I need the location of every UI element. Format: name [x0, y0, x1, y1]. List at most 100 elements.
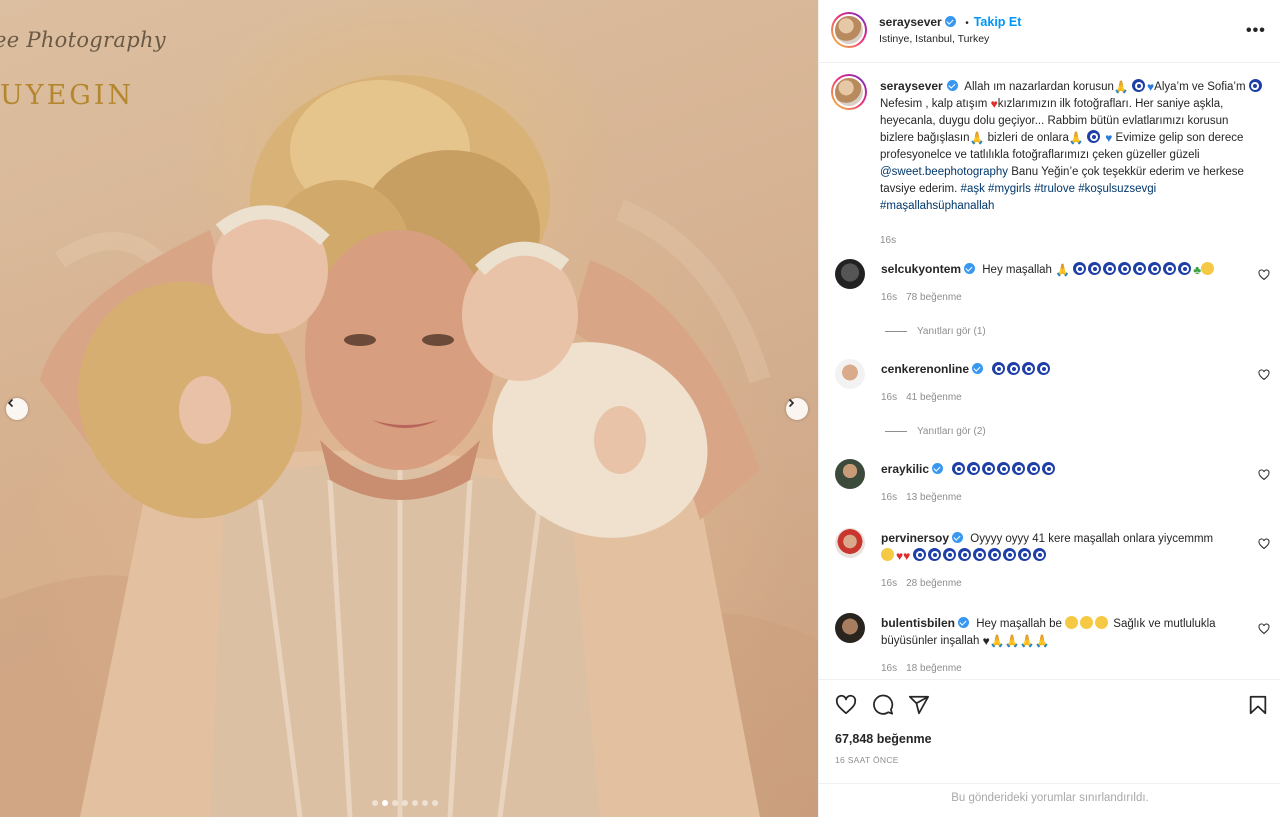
- carousel-dot: [402, 800, 408, 806]
- caption-text: Allah ım nazarlardan korusun: [964, 81, 1114, 93]
- like-comment-button[interactable]: [1258, 537, 1270, 555]
- comment-meta: 16s 13 beğenme: [881, 492, 971, 503]
- carousel-indicator: [372, 800, 438, 806]
- heart-icon: [1258, 469, 1270, 481]
- post-photo[interactable]: ee Photography UYEGIN: [0, 0, 818, 817]
- save-button[interactable]: [1247, 694, 1269, 721]
- carousel-dot: [392, 800, 398, 806]
- four-leaf-clover-emoji-icon: ♣: [1193, 263, 1202, 277]
- hashtag-link[interactable]: #trulove: [1034, 183, 1075, 195]
- view-replies-button[interactable]: Yanıtları gör (2): [885, 426, 986, 437]
- carousel-dot: [422, 800, 428, 806]
- evil-eye-emoji-icon: [982, 462, 996, 475]
- folded-hands-emoji-icon: 🙏: [1055, 263, 1071, 277]
- comment-likes[interactable]: 41 beğenme: [906, 392, 962, 403]
- evil-eye-emoji-icon: [1042, 462, 1056, 475]
- evil-eye-emoji-icon: [952, 462, 966, 475]
- heart-icon: [1258, 623, 1270, 635]
- comment-text: Hey maşallah: [982, 264, 1052, 276]
- author-username[interactable]: seraysever: [879, 15, 942, 29]
- comment-likes[interactable]: 28 beğenme: [906, 578, 962, 589]
- face-emoji-icon: [1080, 616, 1094, 629]
- red-heart-emoji-icon: ♥: [903, 549, 911, 563]
- more-options-button[interactable]: •••: [1246, 22, 1266, 40]
- evil-eye-emoji-icon: [1018, 548, 1032, 561]
- caption-time[interactable]: 16s: [880, 232, 1264, 249]
- comment-likes[interactable]: 13 beğenme: [906, 492, 962, 503]
- commenter-avatar[interactable]: [835, 259, 865, 289]
- author-avatar[interactable]: [831, 12, 867, 48]
- comment-time[interactable]: 16s: [881, 392, 897, 403]
- verified-badge-icon: [972, 363, 984, 374]
- commenter-avatar[interactable]: [835, 528, 865, 558]
- verified-badge-icon: [946, 80, 958, 91]
- verified-badge-icon: [932, 463, 944, 474]
- comment-button[interactable]: [872, 694, 894, 721]
- comment-likes[interactable]: 18 beğenme: [906, 663, 962, 674]
- photo-illustration: [0, 75, 818, 817]
- replies-line: [885, 331, 907, 332]
- commenter-username[interactable]: bulentisbilen: [881, 616, 955, 630]
- commenter-avatar[interactable]: [835, 359, 865, 389]
- caption-author-avatar[interactable]: [831, 74, 867, 110]
- verified-badge-icon: [964, 263, 976, 274]
- chevron-left-icon: [7, 398, 14, 408]
- evil-eye-emoji-icon: [1022, 362, 1036, 375]
- follow-button[interactable]: Takip Et: [974, 15, 1022, 29]
- like-comment-button[interactable]: [1258, 368, 1270, 386]
- evil-eye-emoji-icon: [992, 362, 1006, 375]
- red-heart-emoji-icon: ♥: [990, 97, 998, 111]
- commenter-avatar[interactable]: [835, 613, 865, 643]
- previous-photo-button[interactable]: [6, 398, 28, 420]
- evil-eye-emoji-icon: [988, 548, 1002, 561]
- hashtag-link[interactable]: #maşallahsüphanallah: [880, 200, 994, 212]
- folded-hands-emoji-icon: 🙏: [1068, 131, 1084, 145]
- hashtag-link[interactable]: #koşulsuzsevgi: [1078, 183, 1156, 195]
- comment-meta: 16s 78 beğenme: [881, 292, 971, 303]
- comment-meta: 16s 41 beğenme: [881, 392, 971, 403]
- comment-body: cenkerenonline: [881, 361, 1241, 379]
- folded-hands-emoji-icon: 🙏: [1004, 634, 1020, 648]
- commenter-username[interactable]: pervinersoy: [881, 531, 949, 545]
- carousel-dot: [432, 800, 438, 806]
- post-actions: 67,848 beğenme 16 SAAT ÖNCE: [819, 679, 1280, 783]
- caption-username[interactable]: seraysever: [880, 79, 943, 93]
- like-comment-button[interactable]: [1258, 622, 1270, 640]
- commenter-username[interactable]: eraykilic: [881, 462, 929, 476]
- next-photo-button[interactable]: [786, 398, 808, 420]
- post-time[interactable]: 16 SAAT ÖNCE: [835, 755, 899, 765]
- evil-eye-emoji-icon: [1087, 130, 1100, 143]
- post-location[interactable]: Istinye, Istanbul, Turkey: [879, 33, 989, 45]
- share-button[interactable]: [908, 694, 930, 721]
- folded-hands-emoji-icon: 🙏: [1019, 634, 1035, 648]
- comment-time[interactable]: 16s: [881, 492, 897, 503]
- hashtag-link[interactable]: #aşk: [961, 183, 985, 195]
- comment-time[interactable]: 16s: [881, 663, 897, 674]
- speech-bubble-icon: [873, 694, 894, 715]
- commenter-username[interactable]: cenkerenonline: [881, 362, 969, 376]
- evil-eye-emoji-icon: [1148, 262, 1162, 275]
- hashtag-link[interactable]: #mygirls: [988, 183, 1031, 195]
- verified-badge-icon: [944, 16, 956, 27]
- commenter-avatar[interactable]: [835, 459, 865, 489]
- like-comment-button[interactable]: [1258, 268, 1270, 286]
- evil-eye-emoji-icon: [1012, 462, 1026, 475]
- comment-time[interactable]: 16s: [881, 578, 897, 589]
- like-comment-button[interactable]: [1258, 468, 1270, 486]
- mention-link[interactable]: @sweet.beephotography: [880, 166, 1008, 178]
- face-emoji-icon: [1095, 616, 1109, 629]
- evil-eye-emoji-icon: [1178, 262, 1192, 275]
- comment-likes[interactable]: 78 beğenme: [906, 292, 962, 303]
- heart-icon: [835, 694, 857, 715]
- comment-text: Hey maşallah be: [976, 618, 1062, 630]
- verified-badge-icon: [958, 617, 970, 628]
- evil-eye-emoji-icon: [1132, 79, 1146, 92]
- folded-hands-emoji-icon: 🙏: [969, 131, 985, 145]
- commenter-username[interactable]: selcukyontem: [881, 262, 961, 276]
- likes-count[interactable]: 67,848 beğenme: [835, 732, 932, 746]
- face-emoji-icon: [1201, 262, 1215, 275]
- like-button[interactable]: [835, 694, 857, 721]
- watermark-photography: ee Photography: [0, 28, 166, 52]
- comment-time[interactable]: 16s: [881, 292, 897, 303]
- view-replies-button[interactable]: Yanıtları gör (1): [885, 326, 986, 337]
